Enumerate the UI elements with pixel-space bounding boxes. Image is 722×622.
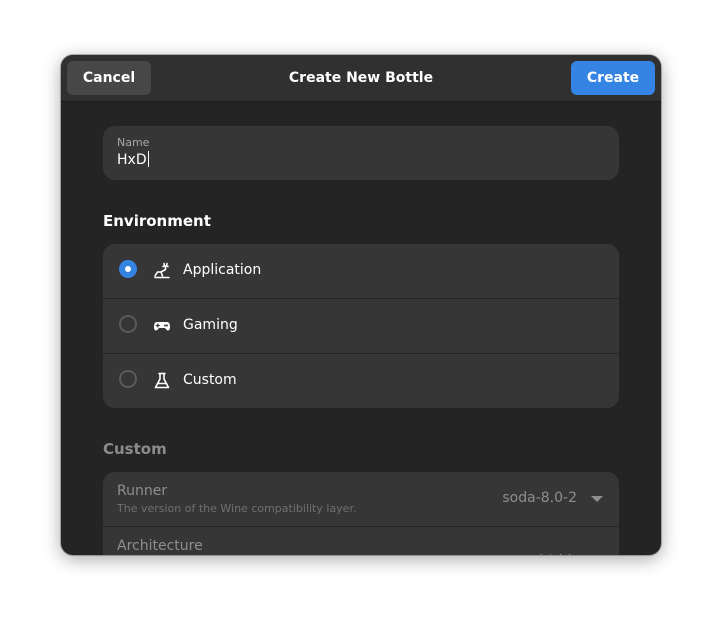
flask-icon <box>154 372 170 389</box>
radio-application[interactable] <box>119 260 137 278</box>
runner-row[interactable]: Runner The version of the Wine compatibi… <box>103 472 619 527</box>
name-field[interactable]: Name HxD <box>103 126 619 180</box>
chevron-down-icon[interactable] <box>591 496 603 502</box>
runner-title: Runner <box>117 483 168 499</box>
custom-settings-list: Runner The version of the Wine compatibi… <box>103 472 619 555</box>
environment-section-title: Environment <box>103 212 211 230</box>
custom-section-title: Custom <box>103 440 167 458</box>
architecture-dropdown-value[interactable]: 64-bit <box>536 553 577 555</box>
environment-option-label: Gaming <box>183 317 238 333</box>
gamepad-icon <box>154 322 170 331</box>
runner-subtitle: The version of the Wine compatibility la… <box>117 502 357 515</box>
radio-custom[interactable] <box>119 370 137 388</box>
create-bottle-dialog: Cancel Create New Bottle Create Name HxD… <box>61 55 661 555</box>
create-button[interactable]: Create <box>571 61 655 95</box>
name-field-label: Name <box>117 136 150 149</box>
environment-option-application[interactable]: Application <box>103 244 619 299</box>
architecture-row[interactable]: Architecture 64-bit <box>103 527 619 555</box>
name-field-value[interactable]: HxD <box>117 151 149 168</box>
environment-option-gaming[interactable]: Gaming <box>103 299 619 354</box>
deer-icon <box>154 262 170 279</box>
radio-gaming[interactable] <box>119 315 137 333</box>
environment-option-label: Application <box>183 262 262 278</box>
environment-option-label: Custom <box>183 372 237 388</box>
cancel-button[interactable]: Cancel <box>67 61 151 95</box>
text-caret <box>147 151 149 167</box>
environment-list: Application Gaming Custom <box>103 244 619 408</box>
headerbar: Cancel Create New Bottle Create <box>61 55 661 102</box>
environment-option-custom[interactable]: Custom <box>103 354 619 408</box>
name-field-text: HxD <box>117 152 147 168</box>
runner-dropdown-value[interactable]: soda-8.0-2 <box>502 490 577 506</box>
architecture-title: Architecture <box>117 538 203 554</box>
